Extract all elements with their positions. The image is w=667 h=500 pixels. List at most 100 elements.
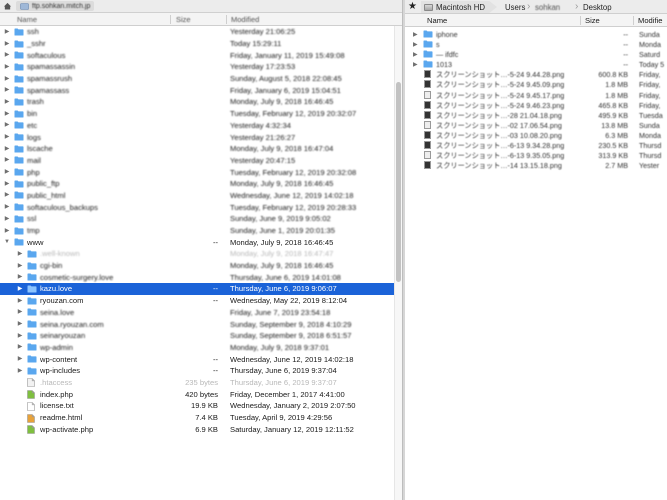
favorites-star-icon[interactable]: ★ xyxy=(408,1,417,12)
disclosure-collapsed-icon[interactable]: ▶ xyxy=(4,157,10,163)
remote-row[interactable]: ▶ ryouzan.com -- Wednesday, May 22, 2019 8:… xyxy=(0,295,396,307)
remote-row[interactable]: ▶ wp-admin Monday, July 9, 2018 9:37:01 xyxy=(0,342,396,354)
remote-column-modified[interactable]: Modified xyxy=(231,15,259,24)
local-row[interactable]: スクリーンショット…-28 21.04.18.png 495.9 KB Tuesda xyxy=(405,110,667,120)
disclosure-collapsed-icon[interactable]: ▶ xyxy=(17,309,23,315)
disclosure-collapsed-icon[interactable]: ▶ xyxy=(17,356,23,362)
disclosure-collapsed-icon[interactable]: ▶ xyxy=(4,181,10,187)
local-column-size[interactable]: Size xyxy=(585,16,600,25)
disclosure-collapsed-icon[interactable]: ▶ xyxy=(4,228,10,234)
disclosure-collapsed-icon[interactable]: ▶ xyxy=(413,41,418,48)
remote-column-size[interactable]: Size xyxy=(176,15,191,24)
remote-row[interactable]: ▶ cosmetic-surgery.love Thursday, June 6, … xyxy=(0,271,396,283)
remote-row[interactable]: ▶ lscache Monday, July 9, 2018 16:47:04 xyxy=(0,143,396,155)
disclosure-collapsed-icon[interactable]: ▶ xyxy=(4,146,10,152)
remote-scrollbar[interactable] xyxy=(394,26,402,500)
disclosure-collapsed-icon[interactable]: ▶ xyxy=(17,298,23,304)
disclosure-collapsed-icon[interactable]: ▶ xyxy=(4,87,10,93)
remote-row[interactable]: ▶ public_html Wednesday, June 12, 2019 14:… xyxy=(0,190,396,202)
local-row[interactable]: スクリーンショット…-6-13 9.35.05.png 313.9 KB Thurs… xyxy=(405,150,667,160)
disclosure-collapsed-icon[interactable]: ▶ xyxy=(17,333,23,339)
remote-column-name[interactable]: Name xyxy=(17,15,37,24)
remote-row[interactable]: ▶ php Tuesday, February 12, 2019 20:32:08 xyxy=(0,166,396,178)
disclosure-collapsed-icon[interactable]: ▶ xyxy=(17,274,23,280)
disclosure-collapsed-icon[interactable]: ▶ xyxy=(4,111,10,117)
local-row[interactable]: スクリーンショット…-5-24 9.45.17.png 1.8 MB Friday, xyxy=(405,90,667,100)
disclosure-expanded-icon[interactable]: ▼ xyxy=(4,239,10,245)
remote-row[interactable]: ▶ wp-includes -- Thursday, June 6, 2019 9:3… xyxy=(0,365,396,377)
local-row[interactable]: スクリーンショット…-02 17.06.54.png 13.8 MB Sunda xyxy=(405,120,667,130)
disclosure-collapsed-icon[interactable]: ▶ xyxy=(17,286,23,292)
disclosure-collapsed-icon[interactable]: ▶ xyxy=(413,61,418,68)
disclosure-collapsed-icon[interactable]: ▶ xyxy=(413,51,418,58)
disclosure-collapsed-icon[interactable]: ▶ xyxy=(17,321,23,327)
remote-row[interactable]: ▶ cgi-bin Monday, July 9, 2018 16:46:45 xyxy=(0,260,396,272)
disclosure-collapsed-icon[interactable]: ▶ xyxy=(17,251,23,257)
remote-row[interactable]: ▶ seina.love Friday, June 7, 2019 23:54:18 xyxy=(0,307,396,319)
local-row[interactable]: ▶ s -- Monda xyxy=(405,39,667,49)
disclosure-collapsed-icon[interactable]: ▶ xyxy=(4,134,10,140)
remote-row-selected[interactable]: ▶ kazu.love -- Thursday, June 6, 2019 9:06:… xyxy=(0,283,396,295)
column-separator[interactable] xyxy=(633,16,634,25)
disclosure-collapsed-icon[interactable]: ▶ xyxy=(4,192,10,198)
remote-row[interactable]: ▶ bin Tuesday, February 12, 2019 20:32:07 xyxy=(0,108,396,120)
remote-row[interactable]: ▶ softaculous Friday, January 11, 2019 15:… xyxy=(0,49,396,61)
remote-path-chip[interactable]: ftp.sohkan.mitch.jp xyxy=(16,1,95,11)
disclosure-collapsed-icon[interactable]: ▶ xyxy=(4,169,10,175)
breadcrumb-macintosh-hd[interactable]: Macintosh HD xyxy=(421,1,497,13)
remote-row[interactable]: ▶ trash Monday, July 9, 2018 16:46:45 xyxy=(0,96,396,108)
remote-row[interactable]: ▶ spamassrush Sunday, August 5, 2018 22:08… xyxy=(0,73,396,85)
remote-row[interactable]: ▶ mail Yesterday 20:47:15 xyxy=(0,155,396,167)
remote-row[interactable]: ▶ spamassass Friday, January 6, 2019 15:04… xyxy=(0,84,396,96)
remote-row[interactable]: ▼ www -- Monday, July 9, 2018 16:46:45 xyxy=(0,236,396,248)
remote-row[interactable]: ▶ logs Yesterday 21:26:27 xyxy=(0,131,396,143)
remote-row[interactable]: ▶ public_ftp Monday, July 9, 2018 16:46:45 xyxy=(0,178,396,190)
breadcrumb-user[interactable]: sohkan xyxy=(535,1,560,13)
remote-row[interactable]: ▶ .well-known Monday, July 9, 2018 16:47:4… xyxy=(0,248,396,260)
remote-row[interactable]: wp-activate.php 6.9 KB Saturday, January 1… xyxy=(0,423,396,435)
local-row[interactable]: スクリーンショット…-14 13.15.18.png 2.7 MB Yester xyxy=(405,160,667,170)
remote-scrollbar-thumb[interactable] xyxy=(396,82,401,282)
remote-row[interactable]: ▶ wp-content -- Wednesday, June 12, 2019 14… xyxy=(0,353,396,365)
disclosure-collapsed-icon[interactable]: ▶ xyxy=(17,344,23,350)
disclosure-collapsed-icon[interactable]: ▶ xyxy=(4,52,10,58)
local-column-name[interactable]: Name xyxy=(427,16,447,25)
remote-row[interactable]: ▶ seina.ryouzan.com Sunday, September 9, 2… xyxy=(0,318,396,330)
local-row[interactable]: スクリーンショット…-5-24 9.46.23.png 465.8 KB Frida… xyxy=(405,100,667,110)
home-icon[interactable] xyxy=(3,2,12,10)
disclosure-collapsed-icon[interactable]: ▶ xyxy=(4,41,10,47)
breadcrumb-users[interactable]: Users xyxy=(505,1,525,13)
remote-row[interactable]: ▶ ssh Yesterday 21:06:25 xyxy=(0,26,396,38)
local-row[interactable]: スクリーンショット…-5-24 9.45.09.png 1.8 MB Friday, xyxy=(405,79,667,89)
remote-row[interactable]: readme.html 7.4 KB Tuesday, April 9, 2019 … xyxy=(0,412,396,424)
breadcrumb-desktop[interactable]: Desktop xyxy=(583,1,612,13)
local-row[interactable]: スクリーンショット…-5-24 9.44.28.png 600.8 KB Frida… xyxy=(405,69,667,79)
remote-row[interactable]: ▶ ssl Sunday, June 9, 2019 9:05:02 xyxy=(0,213,396,225)
remote-row[interactable]: license.txt 19.9 KB Wednesday, January 2, … xyxy=(0,400,396,412)
local-row[interactable]: ▶ 1013 -- Today 5 xyxy=(405,59,667,69)
disclosure-collapsed-icon[interactable]: ▶ xyxy=(4,64,10,70)
disclosure-collapsed-icon[interactable]: ▶ xyxy=(4,216,10,222)
remote-row[interactable]: .htaccess 235 bytes Thursday, June 6, 2019… xyxy=(0,377,396,389)
disclosure-collapsed-icon[interactable]: ▶ xyxy=(4,204,10,210)
remote-row[interactable]: ▶ tmp Sunday, June 1, 2019 20:01:35 xyxy=(0,225,396,237)
column-separator[interactable] xyxy=(170,15,171,24)
disclosure-collapsed-icon[interactable]: ▶ xyxy=(4,122,10,128)
column-separator[interactable] xyxy=(580,16,581,25)
local-row[interactable]: スクリーンショット…-6-13 9.34.28.png 230.5 KB Thurs… xyxy=(405,140,667,150)
remote-row[interactable]: ▶ softaculous_backups Tuesday, February 12… xyxy=(0,201,396,213)
remote-row[interactable]: ▶ etc Yesterday 4:32:34 xyxy=(0,120,396,132)
disclosure-collapsed-icon[interactable]: ▶ xyxy=(4,76,10,82)
disclosure-collapsed-icon[interactable]: ▶ xyxy=(17,263,23,269)
remote-row[interactable]: index.php 420 bytes Friday, December 1, 20… xyxy=(0,388,396,400)
local-row[interactable]: スクリーンショット…-03 10.08.20.png 6.3 MB Monda xyxy=(405,130,667,140)
disclosure-collapsed-icon[interactable]: ▶ xyxy=(413,31,418,38)
disclosure-collapsed-icon[interactable]: ▶ xyxy=(17,368,23,374)
local-row[interactable]: ▶ — ifdfc -- Saturd xyxy=(405,49,667,59)
local-row[interactable]: ▶ iphone -- Sunda xyxy=(405,29,667,39)
disclosure-collapsed-icon[interactable]: ▶ xyxy=(4,99,10,105)
disclosure-collapsed-icon[interactable]: ▶ xyxy=(4,29,10,35)
remote-row[interactable]: ▶ _sshr Today 15:29:11 xyxy=(0,38,396,50)
column-separator[interactable] xyxy=(226,15,227,24)
remote-row[interactable]: ▶ seinaryouzan Sunday, September 9, 2018 6… xyxy=(0,330,396,342)
